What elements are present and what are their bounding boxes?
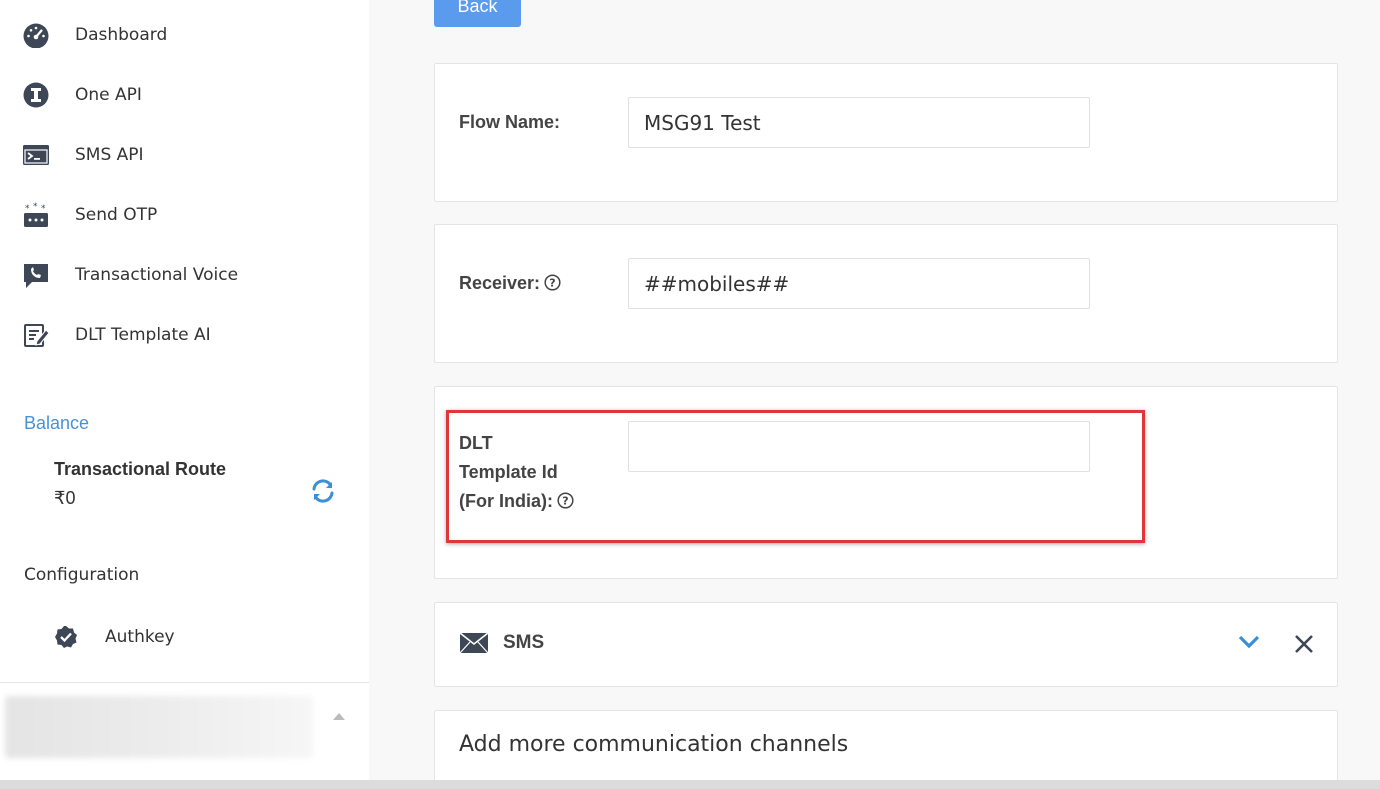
dlt-label-line3-row: (For India):? <box>459 487 574 516</box>
template-edit-icon <box>22 321 50 349</box>
nav-item-dlt-template-ai[interactable]: DLT Template AI <box>0 315 369 355</box>
dlt-label-line2: Template Id <box>459 462 558 482</box>
authkey-label: Authkey <box>105 627 175 647</box>
nav-item-transactional-voice[interactable]: Transactional Voice <box>0 255 369 295</box>
dlt-label-line3: (For India): <box>459 491 553 511</box>
svg-text:?: ? <box>549 277 555 290</box>
nav-label: Dashboard <box>75 25 168 45</box>
nav-label: Send OTP <box>75 205 158 225</box>
account-switcher[interactable] <box>5 696 313 758</box>
flow-name-input[interactable] <box>628 97 1090 148</box>
caret-up-icon[interactable] <box>333 713 345 720</box>
receiver-label: Receiver: <box>459 273 541 293</box>
svg-text:*: * <box>33 202 38 212</box>
voice-icon <box>22 261 50 289</box>
add-channels-card: Add more communication channels <box>434 710 1338 789</box>
route-amount: ₹0 <box>54 488 76 508</box>
terminal-icon <box>22 141 50 169</box>
otp-icon: * * * <box>22 201 50 229</box>
nav-label: One API <box>75 85 142 105</box>
route-name: Transactional Route <box>54 459 227 479</box>
dlt-label-block: DLT Template Id (For India):? <box>459 429 574 516</box>
flow-name-label: Flow Name: <box>459 112 561 132</box>
help-icon[interactable]: ? <box>544 271 561 291</box>
dlt-template-card: DLT Template Id (For India):? <box>434 386 1338 579</box>
envelope-icon <box>459 632 489 654</box>
sms-channel-card[interactable]: SMS <box>434 602 1338 687</box>
configuration-title: Configuration <box>24 565 140 585</box>
one-api-icon <box>22 81 50 109</box>
balance-title: Balance <box>24 413 90 433</box>
svg-text:*: * <box>25 204 30 214</box>
nav-label: SMS API <box>75 145 144 165</box>
close-icon[interactable] <box>1293 633 1315 655</box>
receiver-label-row: Receiver:? <box>459 269 561 298</box>
dashboard-icon <box>22 21 50 49</box>
nav-label: Transactional Voice <box>75 265 239 285</box>
nav-label: DLT Template AI <box>75 325 211 345</box>
nav-item-authkey[interactable]: Authkey <box>0 617 369 657</box>
nav-item-one-api[interactable]: One API <box>0 75 369 115</box>
receiver-card: Receiver:? <box>434 224 1338 363</box>
authkey-icon <box>54 625 78 649</box>
bottom-bar <box>0 780 1380 789</box>
dlt-template-id-input[interactable] <box>628 421 1090 472</box>
svg-text:?: ? <box>562 495 568 508</box>
help-icon[interactable]: ? <box>557 489 574 509</box>
nav-item-sms-api[interactable]: SMS API <box>0 135 369 175</box>
sidebar: Dashboard One API SMS API * * * Send OTP T… <box>0 0 369 780</box>
nav-item-dashboard[interactable]: Dashboard <box>0 15 369 55</box>
nav-item-send-otp[interactable]: * * * Send OTP <box>0 195 369 235</box>
back-button[interactable]: Back <box>434 0 521 27</box>
svg-text:*: * <box>41 204 46 214</box>
add-channels-title: Add more communication channels <box>459 732 849 757</box>
dlt-label-line1: DLT <box>459 433 493 453</box>
flow-name-card: Flow Name: <box>434 63 1338 202</box>
chevron-down-icon[interactable] <box>1238 634 1260 650</box>
sidebar-divider <box>0 682 369 683</box>
refresh-icon[interactable] <box>310 478 336 504</box>
sms-label: SMS <box>503 632 545 653</box>
receiver-input[interactable] <box>628 258 1090 309</box>
main-content: Back Flow Name: Receiver:? DLT Template … <box>369 0 1380 789</box>
